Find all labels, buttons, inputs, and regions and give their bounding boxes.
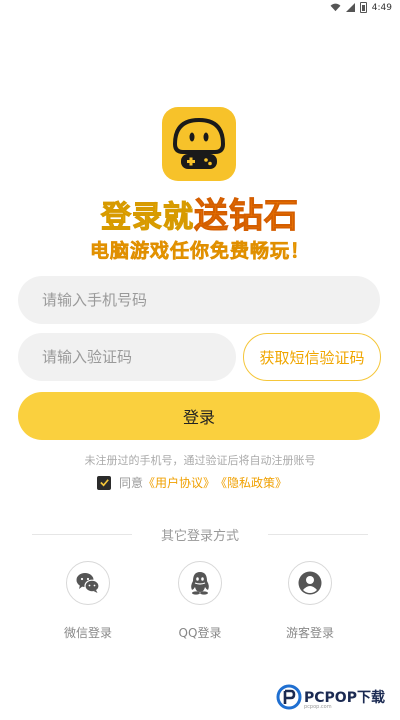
battery-icon [359, 2, 367, 13]
wechat-icon [76, 573, 100, 593]
login-button[interactable]: 登录 [18, 392, 380, 440]
slogan-main: 登录就送钻石 [0, 188, 400, 237]
watermark: PCPOP下载 pcpop.com [276, 684, 385, 710]
app-logo [162, 107, 236, 181]
slogan-part1: 登录就 [101, 200, 194, 236]
signal-icon [345, 3, 355, 12]
user-agreement-link[interactable]: 《用户协议》 [143, 474, 215, 491]
slogan-subtitle: 电脑游戏任你免费畅玩！ [89, 240, 310, 263]
wechat-login-button[interactable] [66, 561, 110, 605]
wifi-icon [330, 3, 341, 12]
watermark-sub: pcpop.com [304, 704, 332, 710]
agreement-row: 同意 《用户协议》 《隐私政策》 [97, 474, 287, 491]
qq-icon [191, 572, 209, 595]
guest-login-button[interactable] [288, 561, 332, 605]
mushroom-gamepad-logo [172, 117, 226, 169]
phone-input[interactable] [18, 276, 380, 324]
divider-right [268, 534, 368, 535]
pcpop-logo-icon [276, 684, 302, 710]
qq-login[interactable]: QQ登录 [160, 561, 240, 641]
status-time: 4:49 [371, 2, 392, 13]
slogan-part2: 送钻石 [194, 196, 299, 237]
agree-prefix: 同意 [119, 476, 144, 490]
guest-login[interactable]: 游客登录 [270, 561, 350, 641]
register-hint: 未注册过的手机号，通过验证后将自动注册账号 [84, 454, 316, 467]
checkmark-icon [99, 479, 109, 487]
guest-login-label: 游客登录 [285, 626, 334, 640]
qq-login-button[interactable] [178, 561, 222, 605]
status-icons: 4:49 [330, 2, 392, 13]
wechat-login[interactable]: 微信登录 [48, 561, 128, 641]
get-sms-code-button[interactable]: 获取短信验证码 [243, 333, 381, 381]
guest-user-icon [298, 571, 322, 595]
verification-code-input[interactable] [18, 333, 236, 381]
privacy-policy-link[interactable]: 《隐私政策》 [215, 474, 287, 491]
agree-checkbox[interactable] [97, 475, 111, 490]
wechat-login-label: 微信登录 [63, 626, 112, 640]
qq-login-label: QQ登录 [178, 626, 222, 640]
status-bar: 4:49 [0, 0, 400, 16]
